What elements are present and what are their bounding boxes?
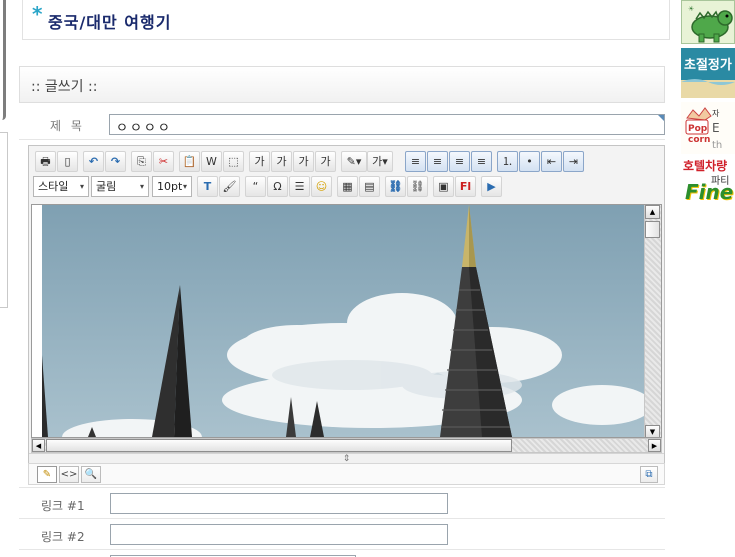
link-icon[interactable]: ⛓ [385, 176, 406, 197]
flash-icon[interactable]: Fl [455, 176, 476, 197]
left-panel-border [0, 132, 8, 308]
editor-toolbar-row-1: 🖶 ▯ ↶ ↷ ⎘ ✂ 📋 W ⬚ 가 가 가 가 ✎▾ 가▾ ≡ ≡ ≡ ≡ ⒈ • ⇤ ⇥ [33, 150, 661, 174]
horizontal-scroll-thumb[interactable] [46, 439, 512, 452]
ad-banner-cheap[interactable]: 초절정가 [681, 48, 735, 98]
editor-mode-bar: ⧉ ✎ <> 🔍 [28, 463, 665, 485]
indent-icon[interactable]: ⇥ [563, 151, 584, 172]
emoticon-icon[interactable]: ☺ [311, 176, 332, 197]
align-right-icon[interactable]: ≡ [449, 151, 470, 172]
scroll-up-arrow-icon[interactable]: ▲ [645, 205, 660, 219]
ordered-list-icon[interactable]: ⒈ [497, 151, 518, 172]
clear-format-icon[interactable]: 🖌 [219, 176, 240, 197]
link-1-input[interactable] [110, 493, 448, 514]
strikethrough-icon[interactable]: 가 [315, 151, 336, 172]
style-select[interactable]: 스타일 ▾ [33, 176, 89, 197]
editor-horizontal-scrollbar[interactable]: ◀ ▶ [31, 438, 662, 453]
svg-text:☀: ☀ [688, 5, 694, 13]
ad-hotel-brand: Fine [685, 180, 734, 204]
scroll-right-arrow-icon[interactable]: ▶ [648, 439, 661, 452]
copy-icon[interactable]: ⎘ [131, 151, 152, 172]
scroll-left-arrow-icon[interactable]: ◀ [32, 439, 45, 452]
rich-text-editor: 🖶 ▯ ↶ ↷ ⎘ ✂ 📋 W ⬚ 가 가 가 가 ✎▾ 가▾ ≡ ≡ ≡ ≡ ⒈ • ⇤ ⇥ 스타일 ▾ 굴림 ▾ 10pt ▾… [28, 145, 665, 466]
ad-banner-hotel[interactable]: 호텔차량 파티 Fine [681, 156, 735, 208]
media-play-icon[interactable]: ▶ [481, 176, 502, 197]
link-2-label: 링크 #2 [41, 530, 85, 544]
html-mode-icon[interactable]: <> [59, 466, 79, 483]
svg-text:corn: corn [688, 135, 710, 145]
font-color-icon[interactable]: 가▾ [367, 151, 393, 172]
editor-content-area[interactable]: ▲ ▼ [31, 204, 662, 438]
align-left-icon[interactable]: ≡ [405, 151, 426, 172]
link-1-label: 링크 #1 [41, 499, 85, 513]
special-char-icon[interactable]: Ω [267, 176, 288, 197]
paste-word-icon[interactable]: W [201, 151, 222, 172]
svg-text:자: 자 [712, 109, 720, 118]
link-row-3 [19, 549, 665, 557]
ad-banner-dinosaur[interactable]: ☀ [681, 0, 735, 44]
page-title-box: * 중국/대만 여행기 [22, 0, 670, 40]
unordered-list-icon[interactable]: • [519, 151, 540, 172]
title-star-icon: * [32, 2, 43, 26]
underline-icon[interactable]: 가 [293, 151, 314, 172]
subject-input[interactable]: ㅇㅇㅇㅇ [109, 114, 665, 136]
write-section-header: :: 글쓰기 :: [19, 66, 665, 103]
cut-icon[interactable]: ✂ [153, 151, 174, 172]
horizontal-rule-icon[interactable]: ☰ [289, 176, 310, 197]
subject-row: 제 목 ㅇㅇㅇㅇ [19, 110, 665, 140]
scroll-down-arrow-icon[interactable]: ▼ [645, 425, 660, 437]
paste-icon[interactable]: 📋 [179, 151, 200, 172]
temple-spires-photo [42, 205, 650, 437]
popout-editor-icon[interactable]: ⧉ [640, 466, 658, 483]
page-title: 중국/대만 여행기 [48, 13, 172, 32]
edit-table-icon[interactable]: ▤ [359, 176, 380, 197]
subject-label: 제 목 [50, 119, 85, 133]
link-row-2: 링크 #2 [19, 518, 665, 550]
editor-toolbar-row-2: 스타일 ▾ 굴림 ▾ 10pt ▾ T 🖌 “Ω ☰ ☺ ▦ ▤ ⛓ ⛓ ▣ Fl ▶ [33, 175, 661, 199]
highlight-color-icon[interactable]: ✎▾ [341, 151, 367, 172]
unlink-icon[interactable]: ⛓ [407, 176, 428, 197]
quote-icon[interactable]: “ [245, 176, 266, 197]
svg-text:Pop: Pop [688, 124, 708, 134]
vertical-scroll-thumb[interactable] [645, 221, 660, 238]
svg-text:th: th [712, 140, 722, 151]
select-all-icon[interactable]: ⬚ [223, 151, 244, 172]
link-row-1: 링크 #1 [19, 487, 665, 519]
spellcheck-icon[interactable]: T [197, 176, 218, 197]
new-page-icon[interactable]: ▯ [57, 151, 78, 172]
outdent-icon[interactable]: ⇤ [541, 151, 562, 172]
align-justify-icon[interactable]: ≡ [471, 151, 492, 172]
link-2-input[interactable] [110, 524, 448, 545]
image-icon[interactable]: ▣ [433, 176, 454, 197]
italic-icon[interactable]: 가 [271, 151, 292, 172]
preview-mode-icon[interactable]: 🔍 [81, 466, 101, 483]
write-section-title: :: 글쓰기 :: [31, 79, 98, 95]
edit-mode-icon[interactable]: ✎ [37, 466, 57, 483]
print-icon[interactable]: 🖶 [35, 151, 56, 172]
left-panel-edge [0, 0, 6, 120]
bold-icon[interactable]: 가 [249, 151, 270, 172]
ad-cheap-text: 초절정가 [684, 58, 732, 73]
ad-banner-popcorn[interactable]: Pop corn E th 자 [681, 102, 735, 154]
table-icon[interactable]: ▦ [337, 176, 358, 197]
font-select[interactable]: 굴림 ▾ [91, 176, 149, 197]
redo-icon[interactable]: ↷ [105, 151, 126, 172]
editor-vertical-scrollbar[interactable]: ▲ ▼ [644, 205, 661, 437]
svg-text:E: E [712, 121, 720, 135]
undo-icon[interactable]: ↶ [83, 151, 104, 172]
align-center-icon[interactable]: ≡ [427, 151, 448, 172]
size-select[interactable]: 10pt ▾ [152, 176, 192, 197]
